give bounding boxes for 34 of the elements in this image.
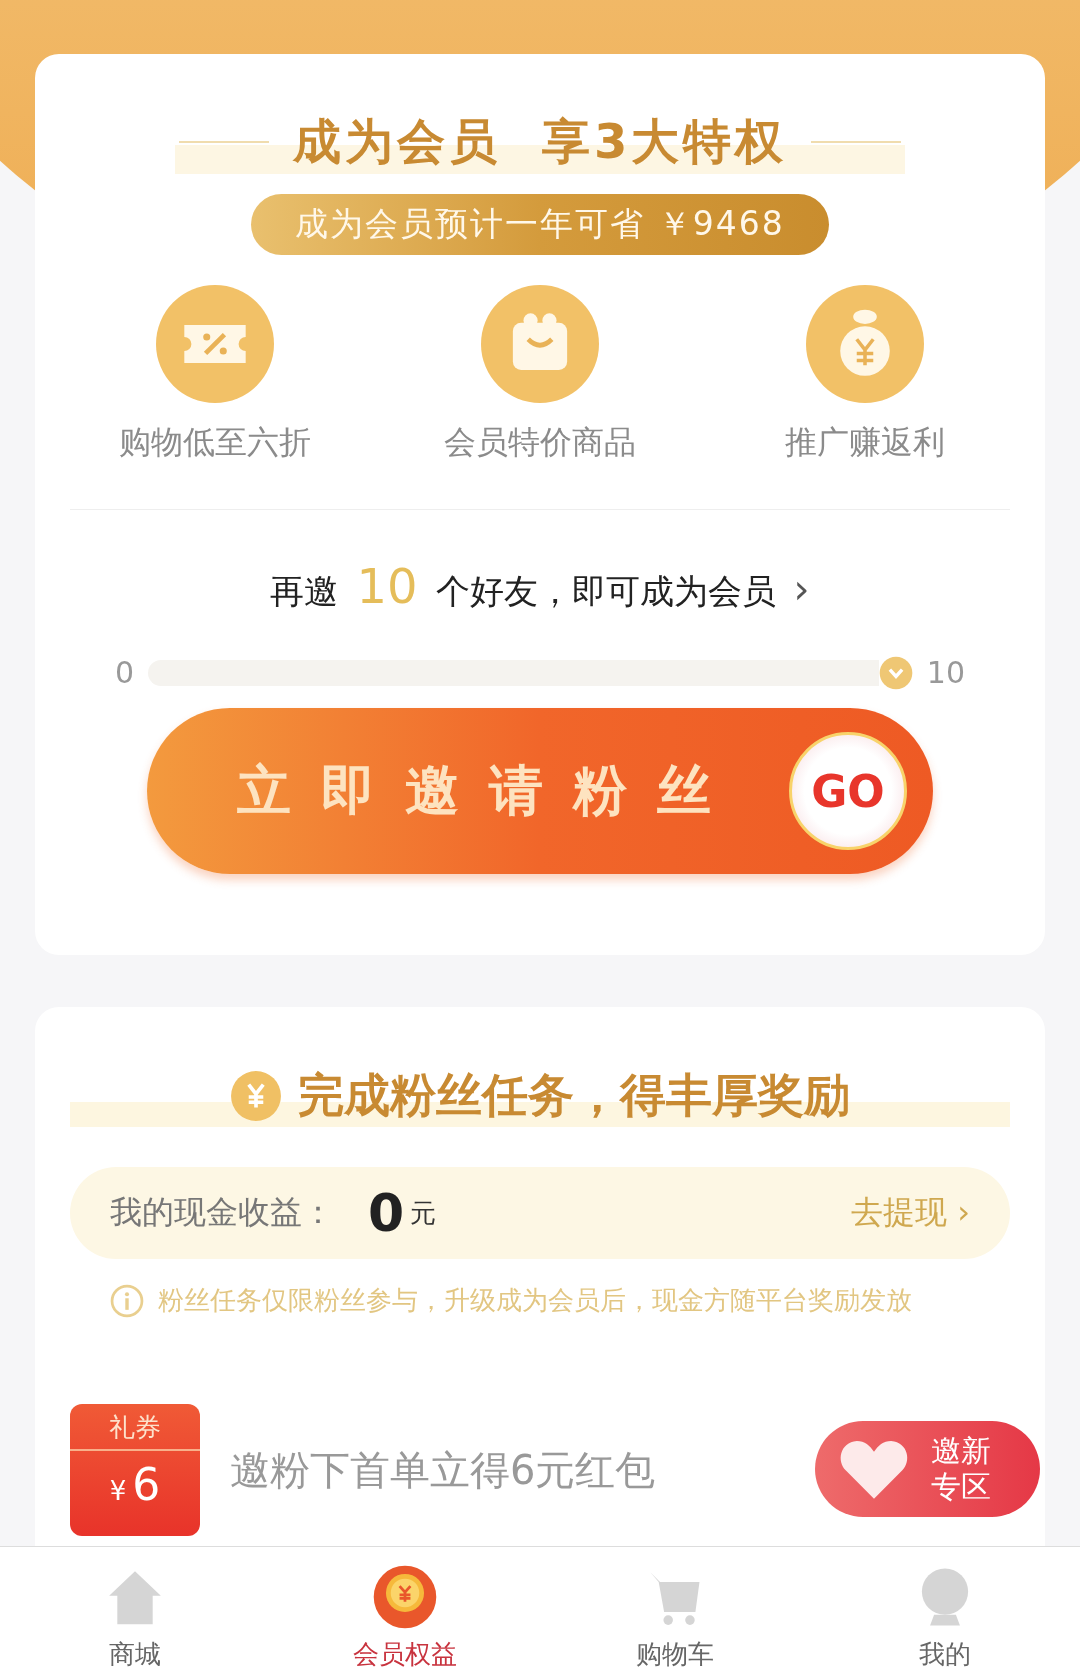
earnings-amount: 0 — [368, 1183, 405, 1243]
tab-item[interactable]: 会员权益 — [270, 1547, 540, 1677]
go-button[interactable]: GO — [789, 732, 907, 850]
invite-zone-button[interactable]: 邀新专区 — [815, 1421, 1040, 1517]
task-text: 邀粉下首单立得6元红包 — [230, 1445, 656, 1495]
info-icon — [110, 1283, 144, 1318]
perk-label: 推广赚返利 — [785, 422, 945, 463]
currency-sign: ¥ — [109, 1476, 127, 1506]
progress-max: 10 — [926, 655, 965, 690]
invite-text: 个好友，即可成为会员 — [435, 570, 776, 613]
tab-item[interactable]: 商城 — [0, 1547, 270, 1677]
money-bag-icon — [806, 285, 924, 403]
coupon-value: 6 — [132, 1459, 161, 1510]
coin-icon — [371, 1563, 439, 1631]
bag-icon — [481, 285, 599, 403]
savings-banner: 成为会员预计一年可省 ￥9468 — [251, 194, 829, 255]
earnings-label: 我的现金收益： — [110, 1192, 334, 1233]
progress-min: 0 — [115, 655, 135, 690]
perk-label: 会员特价商品 — [444, 422, 636, 463]
tab-item[interactable]: 购物车 — [540, 1547, 810, 1677]
section-title: 成为会员 享3大特权 — [292, 112, 788, 171]
chevron-icon[interactable]: › — [793, 566, 810, 612]
button-label: 立即邀请粉丝 — [237, 757, 741, 824]
perk-label: 购物低至六折 — [119, 422, 311, 463]
note-text: 粉丝任务仅限粉丝参与，升级成为会员后，现金方随平台奖励发放 — [158, 1284, 912, 1317]
coupon-title: 礼券 — [70, 1410, 200, 1451]
currency-unit: 元 — [410, 1196, 437, 1230]
ticket-icon — [156, 285, 274, 403]
yen-icon — [230, 1070, 282, 1122]
section-title: 完成粉丝任务，得丰厚奖励 — [298, 1067, 850, 1124]
invite-text: 再邀 — [270, 570, 339, 613]
invite-count: 10 — [356, 558, 418, 614]
invite-button[interactable]: 立即邀请粉丝 GO — [147, 708, 933, 874]
tab-item[interactable]: 我的 — [810, 1547, 1080, 1677]
